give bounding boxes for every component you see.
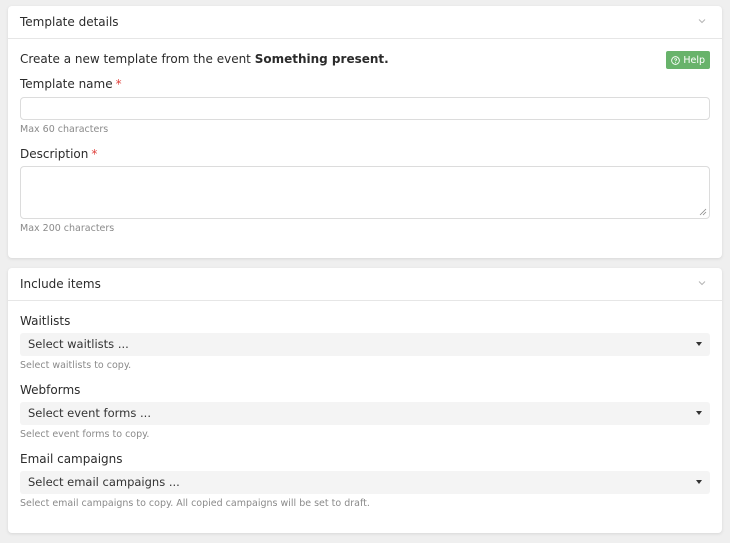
webforms-select[interactable]: Select event forms ... bbox=[20, 402, 710, 425]
caret-down-icon bbox=[696, 480, 702, 484]
template-details-title: Template details bbox=[20, 15, 119, 29]
template-name-label: Template name * bbox=[20, 77, 122, 91]
waitlists-hint: Select waitlists to copy. bbox=[20, 360, 132, 371]
email-campaigns-hint: Select email campaigns to copy. All copi… bbox=[20, 498, 370, 509]
email-campaigns-select[interactable]: Select email campaigns ... bbox=[20, 471, 710, 494]
template-name-input[interactable] bbox=[20, 97, 710, 120]
required-mark: * bbox=[91, 147, 98, 161]
help-button[interactable]: Help bbox=[666, 51, 710, 69]
caret-down-icon bbox=[696, 342, 702, 346]
chevron-down-icon[interactable] bbox=[698, 279, 706, 287]
waitlists-label: Waitlists bbox=[20, 314, 71, 328]
template-name-label-text: Template name bbox=[20, 77, 113, 91]
description-hint: Max 200 characters bbox=[20, 223, 115, 234]
waitlists-select-value: Select waitlists ... bbox=[28, 337, 129, 351]
help-button-label: Help bbox=[683, 54, 705, 66]
description-label-text: Description bbox=[20, 147, 89, 161]
question-circle-icon bbox=[671, 55, 681, 65]
required-mark: * bbox=[115, 77, 122, 91]
description-label: Description * bbox=[20, 147, 97, 161]
webforms-label: Webforms bbox=[20, 383, 81, 397]
email-campaigns-label: Email campaigns bbox=[20, 452, 123, 466]
resize-handle-icon[interactable] bbox=[699, 208, 707, 216]
intro-prefix: Create a new template from the event bbox=[20, 52, 255, 66]
template-intro: Create a new template from the event Som… bbox=[20, 52, 389, 66]
include-items-card: Include items Waitlists Select waitlists… bbox=[8, 268, 722, 533]
email-campaigns-select-value: Select email campaigns ... bbox=[28, 475, 180, 489]
description-textarea[interactable] bbox=[20, 166, 710, 219]
include-items-header[interactable]: Include items bbox=[8, 268, 722, 301]
template-details-card: Template details Create a new template f… bbox=[8, 6, 722, 258]
webforms-hint: Select event forms to copy. bbox=[20, 429, 150, 440]
include-items-title: Include items bbox=[20, 277, 101, 291]
caret-down-icon bbox=[696, 411, 702, 415]
webforms-select-value: Select event forms ... bbox=[28, 406, 151, 420]
template-name-hint: Max 60 characters bbox=[20, 124, 109, 135]
template-details-header[interactable]: Template details bbox=[8, 6, 722, 39]
chevron-down-icon[interactable] bbox=[698, 17, 706, 25]
event-name: Something present. bbox=[254, 52, 389, 66]
waitlists-select[interactable]: Select waitlists ... bbox=[20, 333, 710, 356]
